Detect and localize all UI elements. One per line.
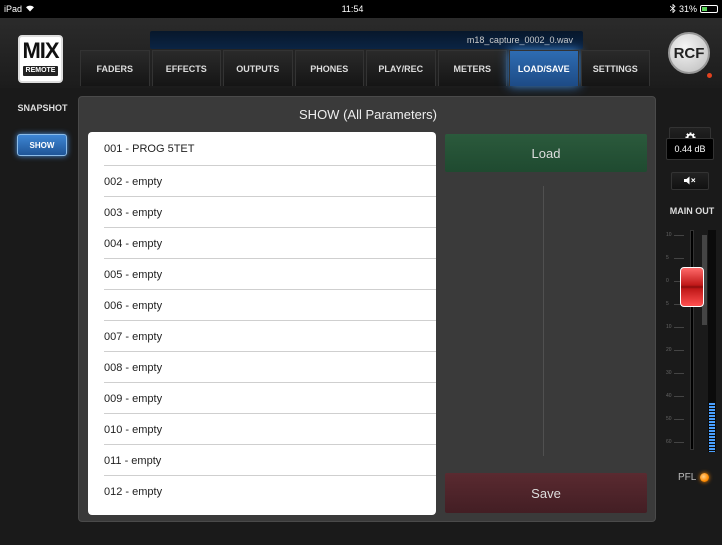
list-item[interactable]: 004 - empty [88, 228, 436, 259]
battery-icon [699, 5, 718, 13]
main-out-fader[interactable]: 10 5 0 5 10 20 30 40 50 60 [664, 225, 720, 455]
bluetooth-icon [669, 3, 676, 15]
fader-tick-mark [674, 235, 684, 236]
app-header: MIX REMOTE m18_capture_0002_0.wav FADERS… [0, 18, 722, 88]
pfl-control[interactable]: PFL [678, 472, 710, 483]
fader-tick-label: 40 [666, 393, 672, 399]
panel-title: SHOW (All Parameters) [299, 107, 437, 122]
speaker-mute-icon [684, 176, 696, 187]
fader-tick-label: 60 [666, 439, 672, 445]
battery-percent: 31% [678, 4, 697, 14]
divider [543, 186, 544, 456]
logo-sub-text: REMOTE [23, 66, 58, 76]
list-item[interactable]: 007 - empty [88, 321, 436, 352]
list-item[interactable]: 009 - empty [88, 383, 436, 414]
list-item[interactable]: 001 - PROG 5TET [88, 132, 436, 166]
list-item[interactable]: 005 - empty [88, 259, 436, 290]
rcf-status-dot [707, 73, 712, 78]
fader-tick-mark [674, 327, 684, 328]
fader-tick-label: 30 [666, 370, 672, 376]
load-button[interactable]: Load [445, 134, 647, 172]
show-panel: SHOW (All Parameters) 001 - PROG 5TET 002… [78, 96, 656, 522]
tab-play-rec[interactable]: PLAY/REC [366, 50, 436, 86]
fader-tick-label: 0 [666, 278, 669, 284]
tab-settings[interactable]: SETTINGS [580, 50, 650, 86]
clock: 11:54 [341, 4, 364, 14]
save-button[interactable]: Save [445, 473, 647, 513]
fader-tick-mark [674, 442, 684, 443]
fader-tick-label: 10 [666, 324, 672, 330]
rcf-logo: RCF [668, 32, 710, 74]
tab-outputs[interactable]: OUTPUTS [223, 50, 293, 86]
fader-tick-label: 10 [666, 232, 672, 238]
snapshot-label: SNAPSHOT [17, 103, 68, 113]
level-meter [708, 230, 716, 452]
show-list[interactable]: 001 - PROG 5TET 002 - empty 003 - empty 004… [88, 132, 436, 515]
fader-tick-mark [674, 373, 684, 374]
wifi-icon [25, 4, 35, 14]
list-item[interactable]: 010 - empty [88, 414, 436, 445]
mute-button[interactable] [671, 172, 709, 190]
list-item[interactable]: 003 - empty [88, 197, 436, 228]
fader-tick-label: 5 [666, 301, 669, 307]
fader-tick-mark [674, 419, 684, 420]
main-tabs: FADERS EFFECTS OUTPUTS PHONES PLAY/REC METERS… [80, 50, 650, 86]
tab-effects[interactable]: EFFECTS [151, 50, 221, 86]
list-item[interactable]: 011 - empty [88, 445, 436, 476]
tab-faders[interactable]: FADERS [80, 50, 150, 86]
meter-fill [709, 403, 715, 452]
fader-track [690, 230, 694, 450]
main-out-label: MAIN OUT [669, 206, 715, 216]
fader-tick-label: 20 [666, 347, 672, 353]
recording-filename: m18_capture_0002_0.wav [150, 31, 583, 49]
brand-text: RCF [673, 44, 705, 62]
filename-text: m18_capture_0002_0.wav [466, 35, 573, 45]
list-item[interactable]: 002 - empty [88, 166, 436, 197]
tab-load-save[interactable]: LOAD/SAVE [509, 50, 579, 86]
mix-remote-logo: MIX REMOTE [18, 35, 63, 83]
action-column: Load Save [445, 134, 647, 515]
tab-meters[interactable]: METERS [437, 50, 507, 86]
logo-main-text: MIX [22, 38, 59, 63]
list-item[interactable]: 006 - empty [88, 290, 436, 321]
fader-tick-label: 50 [666, 416, 672, 422]
fader-tick-mark [674, 258, 684, 259]
fader-tick-mark [674, 350, 684, 351]
fader-cap[interactable] [680, 267, 704, 307]
status-bar: iPad 11:54 31% [0, 0, 722, 18]
pfl-led-icon[interactable] [700, 473, 710, 482]
fader-scale: 10 5 0 5 10 20 30 40 50 60 [664, 225, 688, 455]
device-label: iPad [4, 4, 23, 14]
list-item[interactable]: 008 - empty [88, 352, 436, 383]
list-item[interactable]: 012 - empty [88, 476, 436, 507]
fader-tick-label: 5 [666, 255, 669, 261]
pfl-label: PFL [678, 472, 697, 483]
fader-tick-mark [674, 396, 684, 397]
tab-phones[interactable]: PHONES [294, 50, 364, 86]
level-display: 0.44 dB [666, 138, 714, 160]
show-button[interactable]: SHOW [17, 134, 67, 156]
